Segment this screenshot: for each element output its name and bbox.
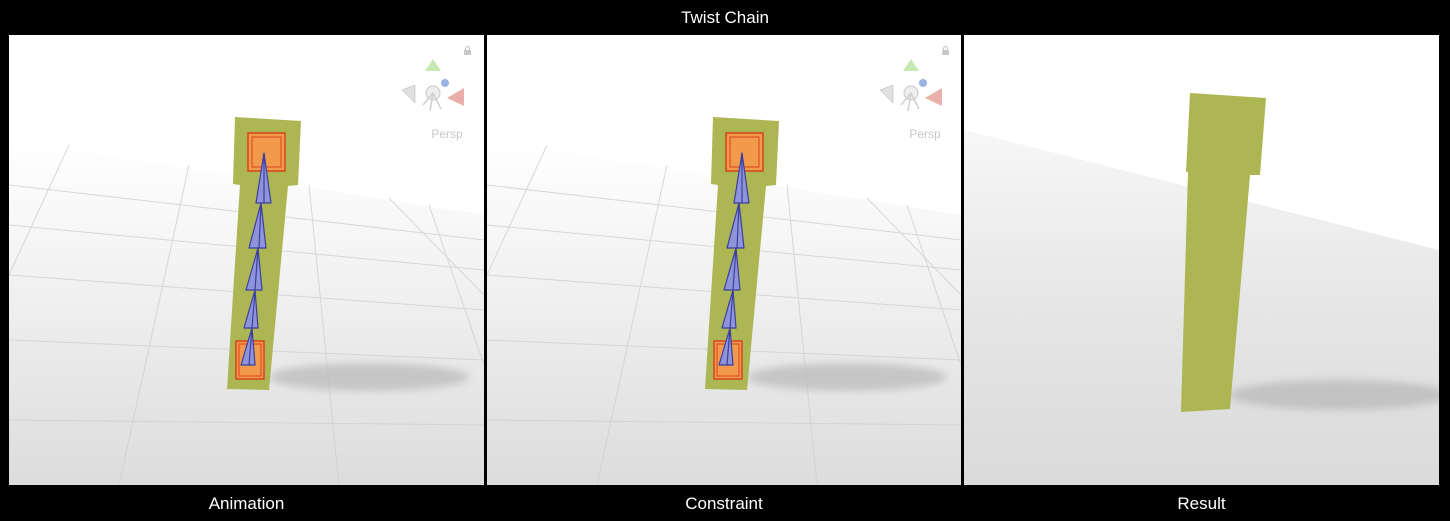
bar-shadow <box>1229 380 1439 410</box>
constraint-caption: Constraint <box>685 494 763 513</box>
top-handle[interactable] <box>725 132 764 172</box>
constraint-viewport[interactable]: Persp <box>487 35 961 485</box>
result-caption: Result <box>1177 494 1226 513</box>
projection-label[interactable]: Persp <box>417 127 477 141</box>
figure-title: Twist Chain <box>681 8 769 27</box>
bar-shadow <box>269 363 469 391</box>
animation-scene <box>9 35 484 485</box>
projection-label[interactable]: Persp <box>895 127 955 141</box>
constraint-scene <box>487 35 961 485</box>
animation-caption: Animation <box>208 494 285 513</box>
animation-viewport[interactable]: Persp <box>9 35 484 485</box>
result-scene <box>964 35 1439 485</box>
comparison-view: Twist Chain Persp Persp Animation Constr… <box>0 0 1450 521</box>
bar-shadow <box>747 363 947 391</box>
top-handle[interactable] <box>247 132 286 172</box>
result-viewport[interactable] <box>964 35 1439 485</box>
